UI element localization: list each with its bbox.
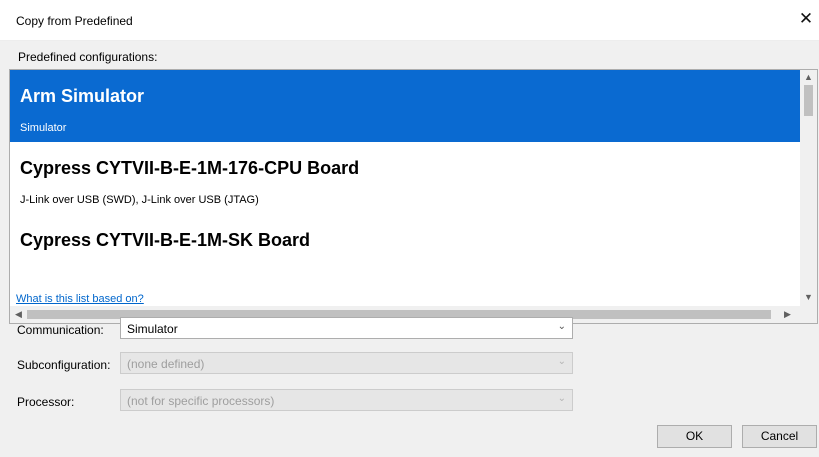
subconfiguration-value: (none defined): [127, 357, 205, 371]
ok-button[interactable]: OK: [657, 425, 732, 448]
list-item-title: Cypress CYTVII-B-E-1M-176-CPU Board: [20, 158, 360, 178]
window-title: Copy from Predefined: [16, 14, 133, 28]
scroll-left-icon[interactable]: ◀: [10, 309, 27, 320]
chevron-down-icon: ⌄: [557, 356, 566, 367]
list-item-subtitle: J-Link over USB (SWD), J-Link over USB (…: [20, 194, 259, 206]
configurations-list[interactable]: Arm Simulator Simulator Cypress CYTVII-B…: [9, 69, 818, 324]
close-icon[interactable]: ✕: [795, 8, 817, 30]
list-item-title: Arm Simulator: [20, 86, 145, 106]
communication-select[interactable]: Simulator ⌄: [120, 317, 573, 339]
scroll-down-icon[interactable]: ▼: [800, 292, 817, 302]
list-item[interactable]: Arm Simulator Simulator: [10, 70, 800, 142]
subconfiguration-select: (none defined) ⌄: [120, 352, 573, 374]
dialog-body: Predefined configurations: Arm Simulator…: [0, 41, 819, 457]
title-bar: Copy from Predefined ✕: [0, 0, 819, 41]
list-item[interactable]: Cypress CYTVII-B-E-1M-SK Board: [10, 214, 800, 286]
vertical-scrollbar[interactable]: ▲ ▼: [800, 70, 817, 307]
list-item[interactable]: Cypress CYTVII-B-E-1M-176-CPU Board J-Li…: [10, 142, 800, 214]
communication-label: Communication:: [17, 323, 104, 337]
processor-select: (not for specific processors) ⌄: [120, 389, 573, 411]
scroll-up-icon[interactable]: ▲: [800, 72, 817, 82]
chevron-down-icon: ⌄: [557, 321, 566, 332]
list-label: Predefined configurations:: [18, 50, 158, 64]
processor-value: (not for specific processors): [127, 394, 275, 408]
processor-label: Processor:: [17, 395, 75, 409]
list-item-title: Cypress CYTVII-B-E-1M-SK Board: [20, 230, 311, 250]
chevron-down-icon: ⌄: [557, 393, 566, 404]
help-link[interactable]: What is this list based on?: [16, 293, 144, 305]
scroll-right-icon[interactable]: ▶: [779, 309, 796, 320]
vertical-scroll-thumb[interactable]: [804, 85, 813, 116]
subconfiguration-label: Subconfiguration:: [17, 358, 111, 372]
list-item-subtitle: Simulator: [20, 122, 67, 134]
communication-value: Simulator: [127, 322, 178, 336]
cancel-button[interactable]: Cancel: [742, 425, 817, 448]
